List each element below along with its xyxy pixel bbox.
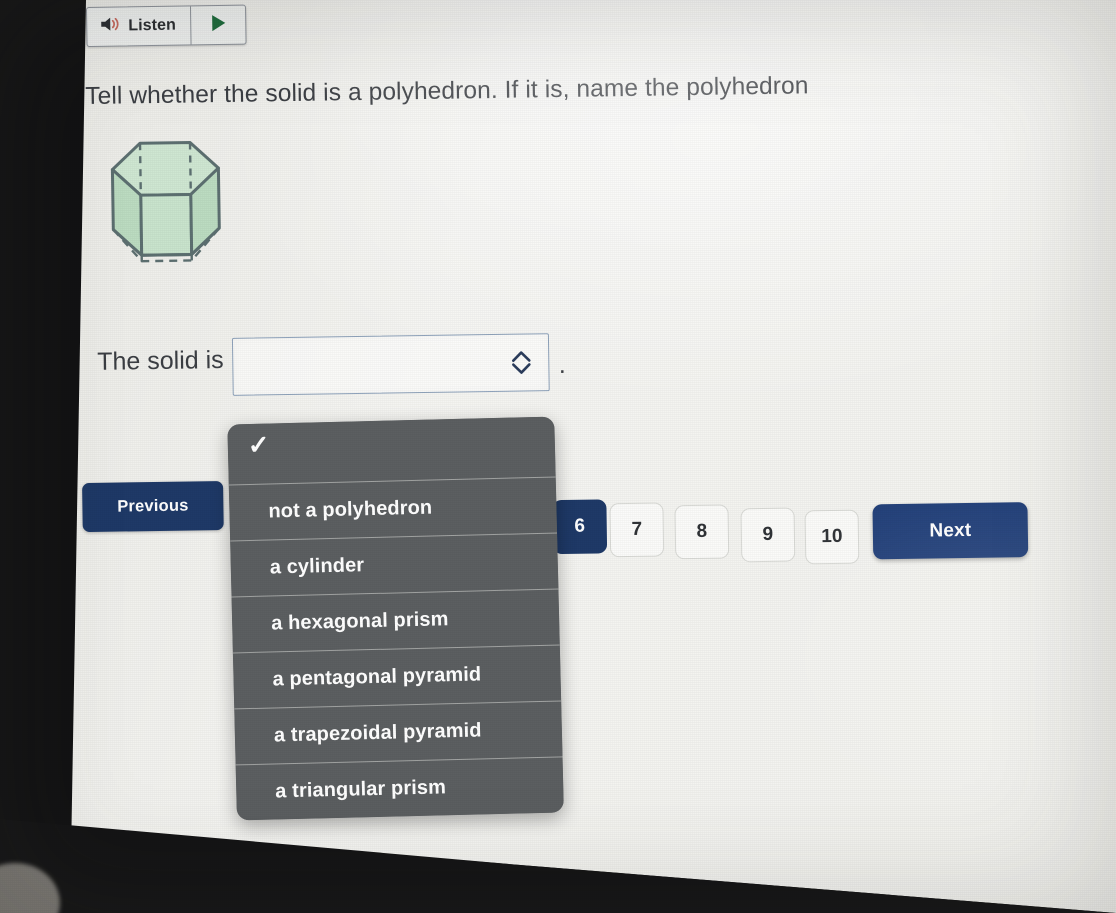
answer-row: The solid is . bbox=[97, 333, 566, 398]
listen-label: Listen bbox=[128, 16, 177, 35]
next-button[interactable]: Next bbox=[872, 502, 1029, 560]
up-down-chevron-icon bbox=[509, 347, 536, 382]
question-prompt: Tell whether the solid is a polyhedron. … bbox=[85, 72, 809, 111]
page-content: Listen Tell whether the solid is a polyh… bbox=[0, 0, 1116, 913]
sentence-period: . bbox=[558, 350, 566, 380]
dropdown-option-a-pentagonal-pyramid[interactable]: a pentagonal pyramid bbox=[232, 644, 562, 709]
answer-label: The solid is bbox=[97, 345, 224, 376]
dropdown-option-blank[interactable]: ✓ bbox=[227, 416, 556, 485]
page-pill-6[interactable]: 6 bbox=[552, 499, 608, 555]
previous-button[interactable]: Previous bbox=[82, 481, 224, 533]
dropdown-option-not-a-polyhedron[interactable]: not a polyhedron bbox=[228, 476, 558, 541]
solid-select[interactable] bbox=[232, 333, 551, 396]
page-pill-10[interactable]: 10 bbox=[804, 509, 860, 565]
listen-toolbar[interactable]: Listen bbox=[85, 4, 247, 47]
dropdown-option-a-trapezoidal-pyramid[interactable]: a trapezoidal pyramid bbox=[234, 700, 563, 765]
page-pill-8[interactable]: 8 bbox=[674, 504, 730, 560]
speaker-sound-icon bbox=[99, 15, 121, 37]
check-icon: ✓ bbox=[247, 429, 271, 461]
play-button[interactable] bbox=[191, 6, 246, 45]
solid-select-dropdown: ✓ not a polyhedron a cylinder a hexagona… bbox=[227, 416, 564, 821]
listen-button[interactable]: Listen bbox=[87, 6, 192, 46]
screenshot-root: Listen Tell whether the solid is a polyh… bbox=[0, 0, 1116, 913]
dropdown-option-a-hexagonal-prism[interactable]: a hexagonal prism bbox=[231, 588, 560, 653]
dropdown-option-a-triangular-prism[interactable]: a triangular prism bbox=[235, 756, 564, 821]
page-pill-9[interactable]: 9 bbox=[740, 507, 796, 563]
play-triangle-icon bbox=[209, 12, 227, 37]
hexagonal-prism-figure bbox=[100, 132, 232, 284]
page-pill-7[interactable]: 7 bbox=[609, 502, 665, 558]
dropdown-option-a-cylinder[interactable]: a cylinder bbox=[230, 532, 559, 597]
